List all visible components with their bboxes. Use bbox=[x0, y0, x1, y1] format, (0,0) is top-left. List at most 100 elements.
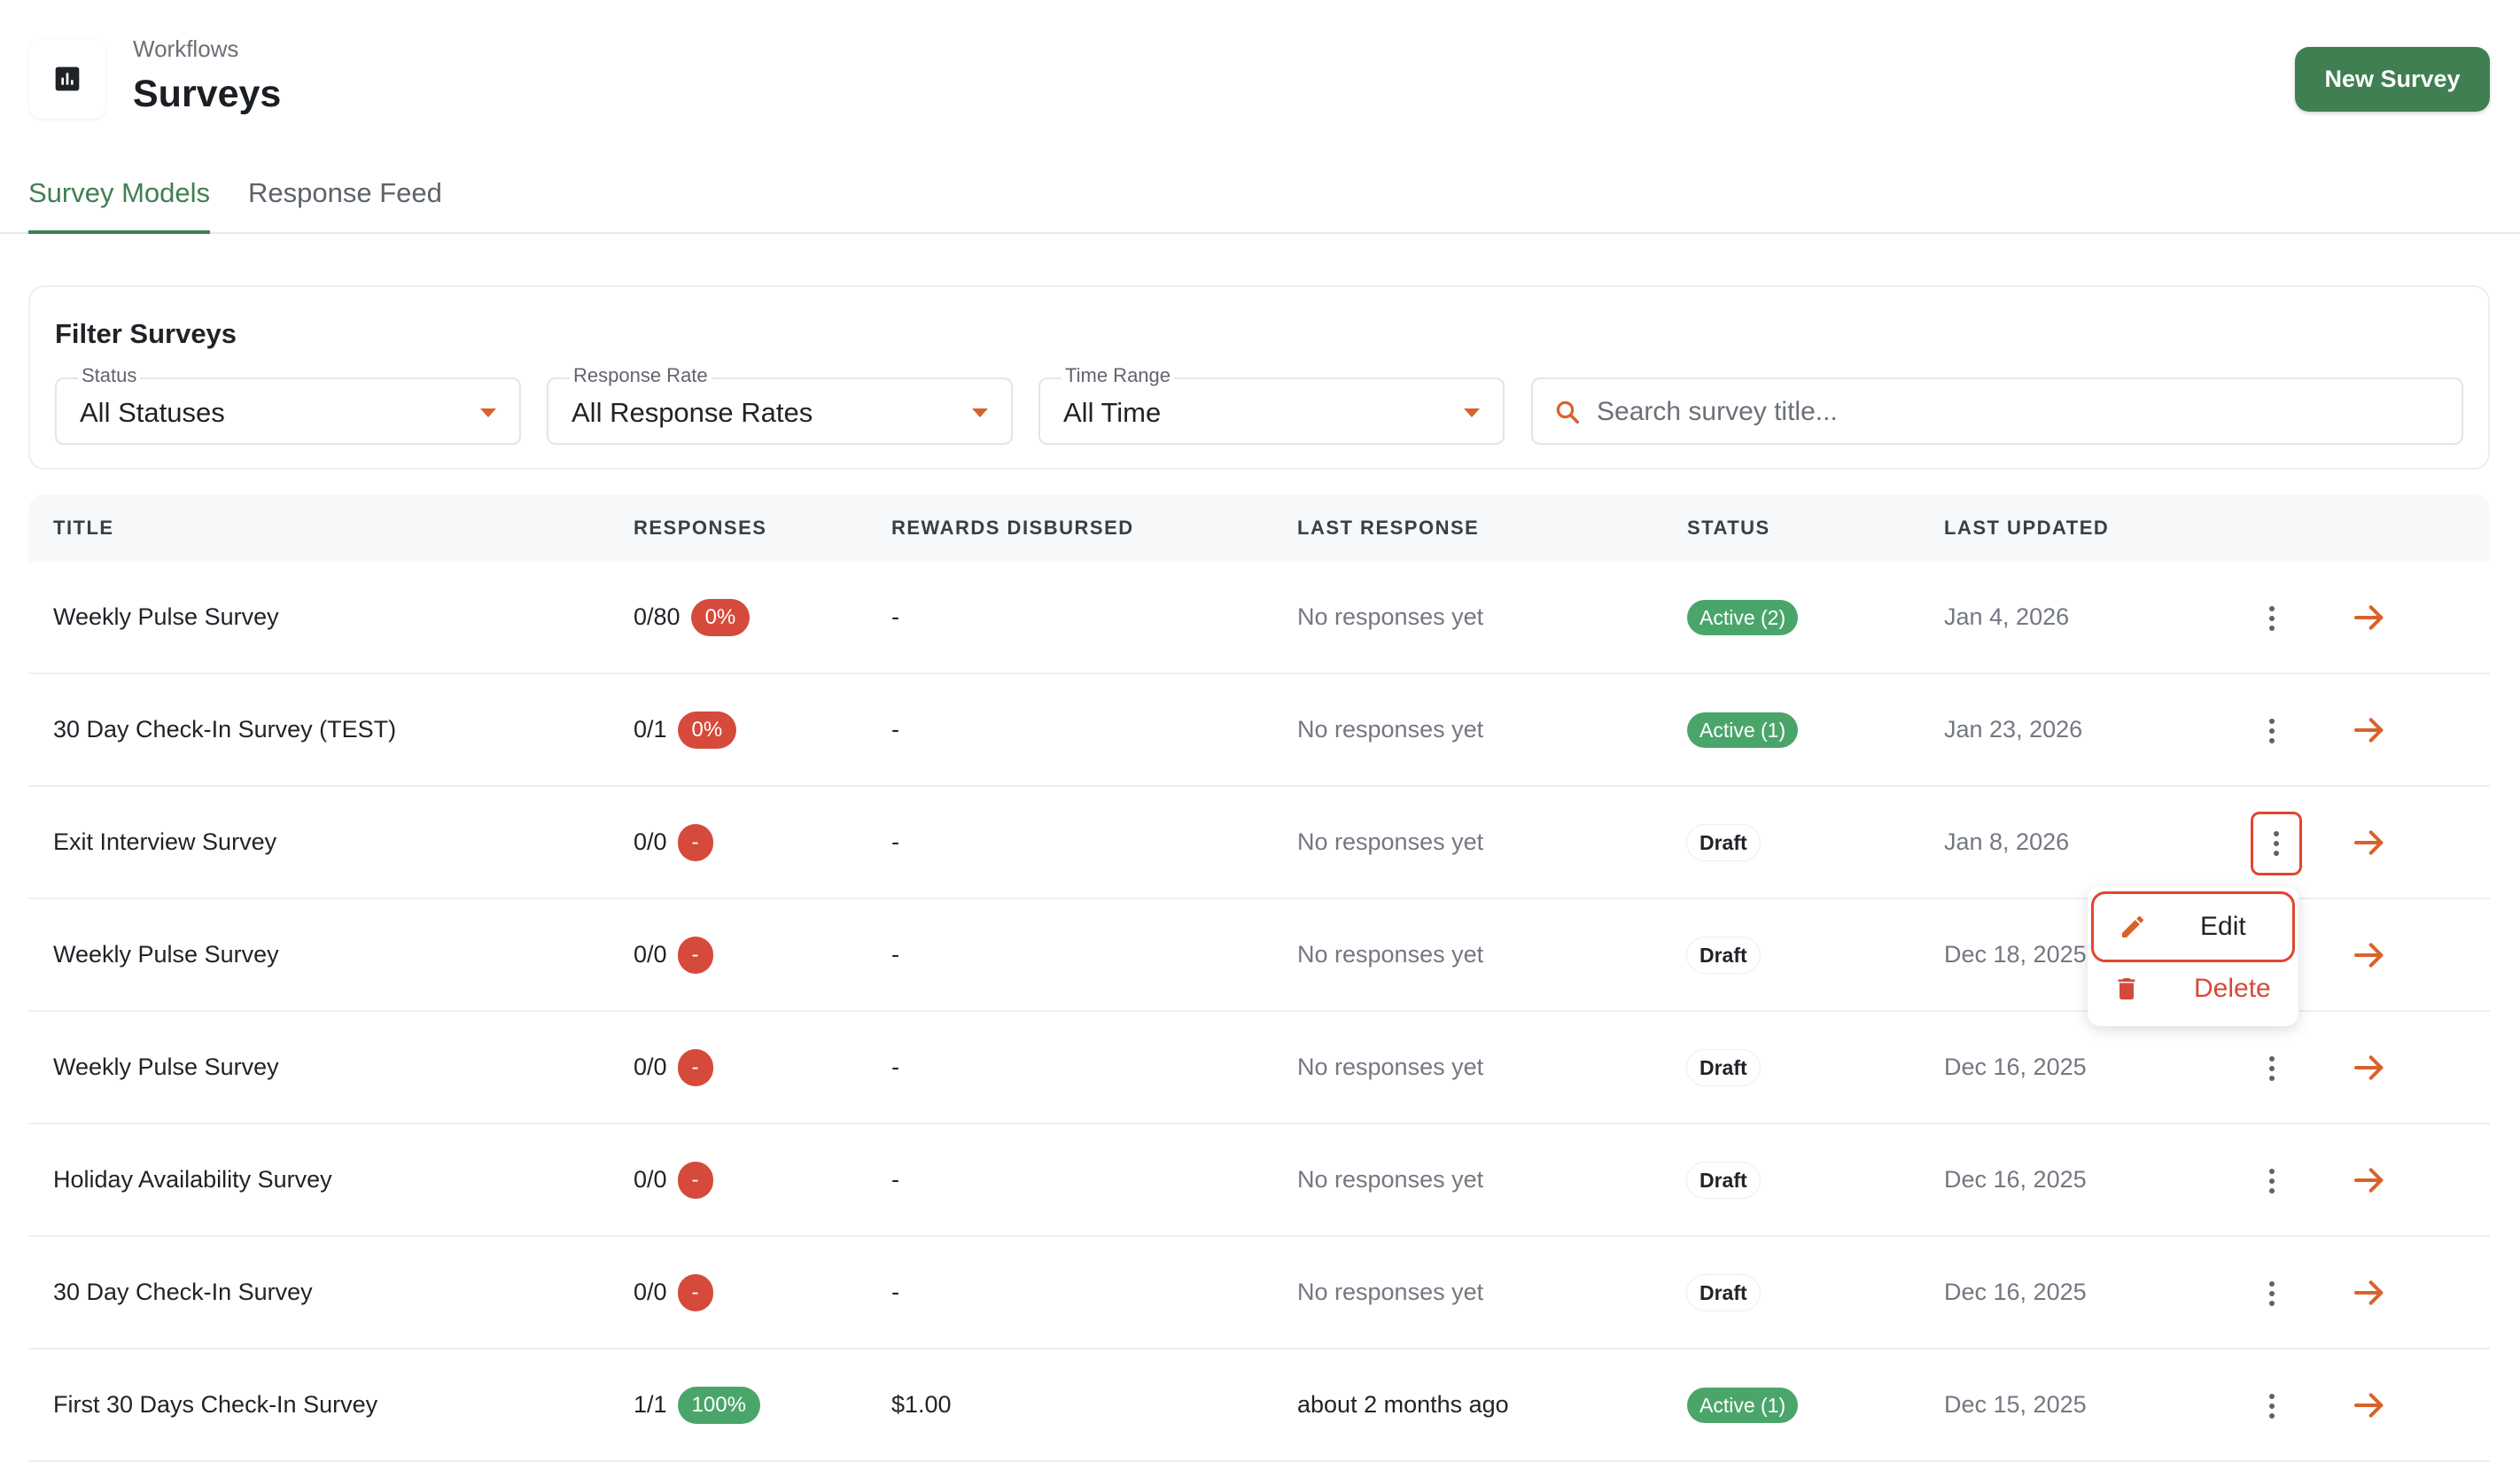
rewards-disbursed: - bbox=[891, 1166, 899, 1193]
kebab-icon[interactable] bbox=[2249, 595, 2295, 642]
page-title: Surveys bbox=[133, 73, 282, 115]
status-badge: Draft bbox=[1687, 1274, 1760, 1310]
survey-title[interactable]: Exit Interview Survey bbox=[53, 787, 276, 898]
response-rate-badge: - bbox=[677, 1048, 713, 1086]
tab-response-feed[interactable]: Response Feed bbox=[248, 177, 442, 234]
status-cell: Active (2) bbox=[1687, 562, 1799, 673]
arrow-right-icon[interactable] bbox=[2352, 1050, 2387, 1085]
time-range-filter-select[interactable]: Time Range All Time bbox=[1038, 364, 1505, 445]
new-survey-button[interactable]: New Survey bbox=[2295, 47, 2490, 112]
survey-title[interactable]: Weekly Pulse Survey bbox=[53, 562, 279, 673]
search-box bbox=[1531, 377, 2463, 445]
last-updated: Jan 4, 2026 bbox=[1944, 603, 2070, 630]
status-cell: Draft bbox=[1687, 787, 1760, 898]
column-header-rewards[interactable]: REWARDS DISBURSED bbox=[891, 517, 1134, 540]
survey-title[interactable]: 30 Day Check-In Survey bbox=[53, 1237, 313, 1348]
kebab-icon[interactable] bbox=[2249, 1383, 2295, 1429]
tab-survey-models[interactable]: Survey Models bbox=[28, 177, 211, 234]
responses-count: 1/1 bbox=[634, 1391, 667, 1418]
response-rate-badge: 100% bbox=[677, 1386, 760, 1424]
table-row[interactable]: 30 Day Check-In Survey (TEST) 0/1 0% - No re… bbox=[28, 674, 2490, 787]
status-filter-value: All Statuses bbox=[80, 397, 225, 428]
table-row[interactable]: Weekly Pulse Survey 0/0- - No responses yet… bbox=[28, 1012, 2490, 1124]
response-rate-filter-select[interactable]: Response Rate All Response Rates bbox=[547, 364, 1013, 445]
edit-menu-item[interactable]: Edit bbox=[2091, 891, 2295, 962]
rewards-disbursed: - bbox=[891, 603, 899, 630]
status-cell: Draft bbox=[1687, 1012, 1760, 1123]
bar-chart-icon bbox=[55, 66, 80, 91]
table-row[interactable]: Holiday Availability Survey 0/0- - No respo… bbox=[28, 1124, 2490, 1237]
table-row[interactable]: 30 Day Check-In Survey 0/0- - No responses … bbox=[28, 1237, 2490, 1349]
filter-title: Filter Surveys bbox=[55, 318, 237, 349]
last-updated: Dec 15, 2025 bbox=[1944, 1391, 2087, 1418]
breadcrumb[interactable]: Workflows bbox=[133, 35, 238, 63]
response-rate-badge: - bbox=[677, 1161, 713, 1199]
responses-cell: 0/80 0% bbox=[634, 562, 751, 673]
response-rate-filter-value: All Response Rates bbox=[572, 397, 813, 428]
status-badge: Active (2) bbox=[1687, 599, 1799, 635]
delete-menu-item[interactable]: Delete bbox=[2088, 957, 2298, 1021]
responses-count: 0/80 bbox=[634, 603, 681, 630]
arrow-right-icon[interactable] bbox=[2352, 600, 2387, 635]
last-response: about 2 months ago bbox=[1297, 1391, 1509, 1418]
kebab-icon[interactable] bbox=[2249, 708, 2295, 754]
kebab-icon[interactable] bbox=[2251, 812, 2302, 875]
arrow-right-icon[interactable] bbox=[2352, 1388, 2387, 1423]
arrow-right-icon[interactable] bbox=[2352, 937, 2387, 973]
status-badge: Draft bbox=[1687, 937, 1760, 973]
arrow-right-icon[interactable] bbox=[2352, 1163, 2387, 1198]
caret-down-icon bbox=[480, 408, 496, 417]
arrow-right-icon[interactable] bbox=[2352, 1275, 2387, 1310]
tab-bar: Survey Models Response Feed bbox=[0, 159, 2520, 234]
search-icon bbox=[1556, 400, 1579, 424]
search-input[interactable] bbox=[1597, 392, 2394, 432]
status-cell: Draft bbox=[1687, 1124, 1760, 1235]
status-filter-select[interactable]: Status All Statuses bbox=[55, 364, 521, 445]
responses-cell: 0/0- bbox=[634, 787, 713, 898]
responses-cell: 0/1 0% bbox=[634, 674, 737, 785]
last-updated: Jan 8, 2026 bbox=[1944, 828, 2070, 855]
column-header-status[interactable]: STATUS bbox=[1687, 517, 1770, 540]
caret-down-icon bbox=[972, 408, 988, 417]
rewards-disbursed: - bbox=[891, 1054, 899, 1080]
last-updated: Dec 16, 2025 bbox=[1944, 1054, 2087, 1080]
last-updated: Dec 18, 2025 bbox=[1944, 941, 2087, 968]
responses-count: 0/1 bbox=[634, 716, 667, 743]
responses-count: 0/0 bbox=[634, 941, 667, 968]
response-rate-badge: - bbox=[677, 823, 713, 861]
survey-title[interactable]: Holiday Availability Survey bbox=[53, 1124, 332, 1235]
response-rate-badge: 0% bbox=[677, 711, 737, 749]
survey-title[interactable]: Weekly Pulse Survey bbox=[53, 899, 279, 1010]
column-header-last-response[interactable]: LAST RESPONSE bbox=[1297, 517, 1479, 540]
survey-title[interactable]: 30 Day Check-In Survey (TEST) bbox=[53, 674, 396, 785]
arrow-right-icon[interactable] bbox=[2352, 712, 2387, 748]
last-response: No responses yet bbox=[1297, 1279, 1484, 1305]
kebab-icon[interactable] bbox=[2249, 1158, 2295, 1204]
status-badge: Draft bbox=[1687, 1162, 1760, 1198]
table-row[interactable]: Exit Interview Survey 0/0- - No responses y… bbox=[28, 787, 2490, 899]
filter-card: Filter Surveys Status All Statuses Respo… bbox=[28, 285, 2490, 470]
last-response: No responses yet bbox=[1297, 941, 1484, 968]
responses-count: 0/0 bbox=[634, 828, 667, 855]
rewards-disbursed: - bbox=[891, 828, 899, 855]
table-row[interactable]: First 30 Days Check-In Survey 1/1 100% $1.0… bbox=[28, 1349, 2490, 1462]
response-rate-filter-label: Response Rate bbox=[570, 364, 712, 387]
survey-title[interactable]: Weekly Pulse Survey bbox=[53, 1012, 279, 1123]
column-header-responses[interactable]: RESPONSES bbox=[634, 517, 766, 540]
survey-title[interactable]: First 30 Days Check-In Survey bbox=[53, 1349, 377, 1460]
responses-cell: 0/0- bbox=[634, 1124, 713, 1235]
last-updated: Dec 16, 2025 bbox=[1944, 1166, 2087, 1193]
arrow-right-icon[interactable] bbox=[2352, 825, 2387, 860]
response-rate-badge: - bbox=[677, 1273, 713, 1311]
last-updated: Jan 23, 2026 bbox=[1944, 716, 2083, 743]
status-badge: Active (1) bbox=[1687, 712, 1799, 748]
last-response: No responses yet bbox=[1297, 828, 1484, 855]
responses-cell: 0/0- bbox=[634, 1237, 713, 1348]
trash-icon bbox=[2118, 978, 2135, 999]
responses-cell: 1/1 100% bbox=[634, 1349, 760, 1460]
table-row[interactable]: Weekly Pulse Survey 0/80 0% - No responses y… bbox=[28, 562, 2490, 674]
column-header-title[interactable]: TITLE bbox=[53, 517, 114, 540]
column-header-last-updated[interactable]: LAST UPDATED bbox=[1944, 517, 2109, 540]
kebab-icon[interactable] bbox=[2249, 1046, 2295, 1092]
kebab-icon[interactable] bbox=[2249, 1271, 2295, 1317]
